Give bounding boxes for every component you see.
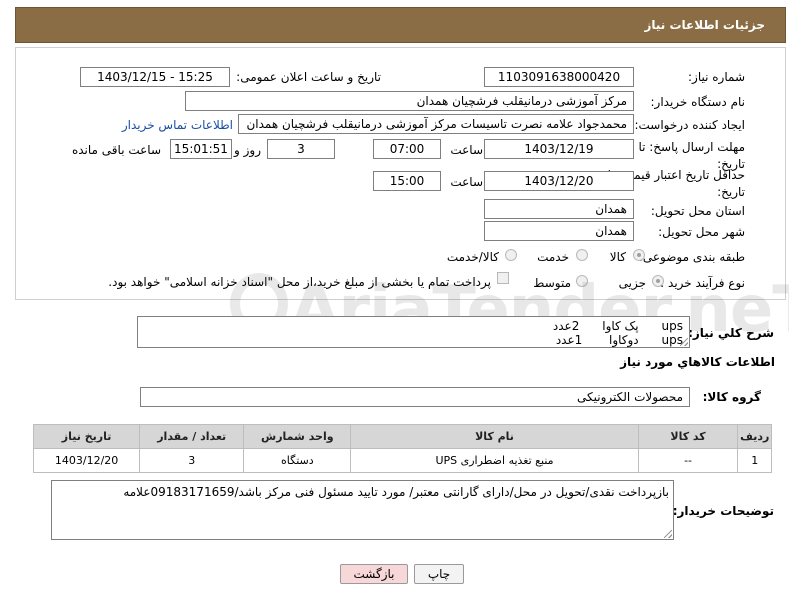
description-line-1: ups پک کاوا 2عدد [552,319,683,333]
category-goods-radio[interactable] [633,249,645,261]
category-label: طبقه بندی موضوعی: [638,250,745,264]
cell-unit: دستگاه [243,448,352,473]
province-field: همدان [484,199,634,219]
category-service-label: خدمت [537,250,569,264]
process-medium-radio[interactable] [576,275,588,287]
validity-time-label: ساعت [450,175,483,189]
treasury-payment-note: پرداخت تمام یا بخشی از مبلغ خرید،از محل … [108,275,491,289]
validity-time-field: 15:00 [373,171,441,191]
buyer-notes-text: بازپرداخت نقدی/تحویل در محل/دارای گارانت… [123,485,669,499]
announce-label: تاریخ و ساعت اعلان عمومی: [236,70,381,84]
deadline-time-label: ساعت [450,143,483,157]
cell-code: -- [637,448,739,473]
validity-date-field: 1403/12/20 [484,171,634,191]
col-name-header: نام کالا [350,424,639,449]
category-service-radio[interactable] [576,249,588,261]
cell-row: 1 [737,448,772,473]
description-line-2: ups دوکاوا 1عدد [555,333,683,347]
remaining-label: ساعت باقی مانده [71,143,161,157]
back-button[interactable]: بازگشت [340,564,408,584]
description-label: شرح کلي نياز: [688,326,774,340]
creator-label: ایجاد کننده درخواست: [634,118,745,132]
page-title: جزئیات اطلاعات نیاز [644,18,765,32]
days-field: 3 [267,139,335,159]
category-goods-service-radio[interactable] [505,249,517,261]
goods-group-field: محصولات الکترونیکی [140,387,690,407]
description-textarea[interactable]: ups پک کاوا 2عدد ups دوکاوا 1عدد [137,316,690,348]
process-minor-label: جزیی [618,276,646,290]
city-field: همدان [484,221,634,241]
resize-handle-icon[interactable] [664,530,672,538]
table-row: 1 -- منبع تغذیه اضطراری UPS دستگاه 3 140… [32,448,772,473]
print-button[interactable]: چاپ [414,564,464,584]
process-label: نوع فرآیند خرید : [660,276,745,290]
process-medium-label: متوسط [533,276,571,290]
process-minor-radio[interactable] [652,275,664,287]
table-header-row: ردیف کد کالا نام کالا واحد شمارش تعداد /… [32,424,772,449]
days-label: روز و [234,143,261,157]
buyer-org-label: نام دستگاه خریدار: [650,95,746,109]
announce-field: 1403/12/15 - 15:25 [80,67,230,87]
deadline-date-field: 1403/12/19 [484,139,634,159]
category-goods-label: کالا [609,250,626,264]
col-qty-header: تعداد / مقدار [139,424,245,449]
goods-section-title: اطلاعات کالاهاي مورد نياز [620,355,775,369]
creator-field: محمدجواد علامه نصرت تاسیسات مرکز آموزشی … [238,114,634,134]
goods-table: ردیف کد کالا نام کالا واحد شمارش تعداد /… [32,424,772,473]
buyer-notes-textarea[interactable]: بازپرداخت نقدی/تحویل در محل/دارای گارانت… [51,480,674,540]
province-label: استان محل تحویل: [650,204,745,218]
resize-handle-icon[interactable] [680,338,688,346]
page-header: جزئیات اطلاعات نیاز [15,7,786,43]
buyer-notes-label: توضیحات خریدار: [672,504,774,518]
buyer-org-field: مرکز آموزشی درمانیقلب فرشچیان همدان [185,91,634,111]
city-label: شهر محل تحویل: [658,225,745,239]
category-goods-service-label: کالا/خدمت [446,250,499,264]
deadline-time-field: 07:00 [373,139,441,159]
col-unit-header: واحد شمارش [243,424,352,449]
cell-qty: 3 [139,448,245,473]
remaining-time-field: 15:01:51 [170,139,232,159]
cell-date: 1403/12/20 [32,448,141,473]
col-code-header: کد کالا [637,424,739,449]
contact-buyer-link[interactable]: اطلاعات تماس خریدار [122,118,233,132]
col-date-header: تاریخ نیاز [32,424,141,449]
cell-name: منبع تغذیه اضطراری UPS [350,448,639,473]
need-number-label: شماره نیاز: [688,70,745,84]
treasury-payment-checkbox[interactable] [497,272,509,284]
goods-group-label: گروه کالا: [702,390,761,404]
need-number-field: 1103091638000420 [484,67,634,87]
col-row-header: ردیف [737,424,772,449]
